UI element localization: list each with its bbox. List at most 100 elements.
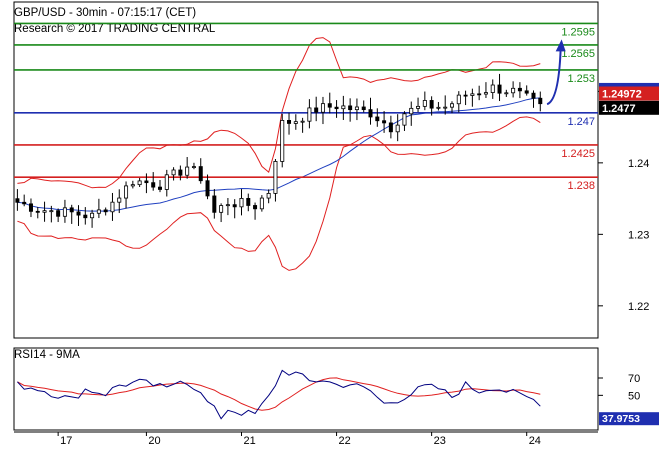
candle-body [375,116,380,122]
candle-body [225,204,230,207]
level-label: 1.2425 [561,148,595,160]
candle-body [62,207,67,217]
candle-body [368,109,373,118]
candle-body [83,214,88,219]
candle-body [300,120,305,123]
candle-body [287,120,292,124]
chart-svg: 1.25951.25651.2531.2471.24251.2381.251.2… [13,1,659,447]
candle-body [164,174,169,190]
candle-body [538,97,543,105]
candle-body [307,107,312,122]
candle-body [490,84,495,93]
candle-body [334,106,339,110]
candle-body [42,210,47,213]
y-tick-label: 1.22 [628,301,649,313]
candle-body [511,87,516,94]
candle-body [103,209,108,213]
candle-body [456,94,461,105]
candle-body [178,169,183,176]
target-arrow-line [546,49,562,106]
candle-body [171,169,176,176]
rsi-y-tick-label: 50 [628,390,640,402]
candle-body [531,92,536,99]
candle-body [341,105,346,110]
bollinger-lower-line [17,116,541,271]
candle-body [246,198,251,206]
candle-body [470,93,475,96]
x-tick-label: 24 [529,435,541,447]
candle-body [416,105,421,109]
x-tick-label: 20 [148,435,160,447]
x-tick-label: 23 [434,435,446,447]
chart-root: GBP/USD - 30min - 07:15:17 (CET) Researc… [0,0,664,449]
level-label: 1.253 [567,73,595,85]
candle-body [157,186,162,190]
candle-body [402,113,407,126]
y-tick-label: 1.23 [628,229,649,241]
candle-body [463,94,468,97]
candle-body [361,106,366,111]
candle-body [395,124,400,133]
candle-body [443,106,448,109]
rsi-panel-frame [13,347,599,431]
candle-body [28,203,33,212]
candle-body [348,105,353,111]
candle-body [219,205,224,213]
candle-body [477,93,482,96]
candle-body [280,120,285,162]
moving-average-line [17,97,541,212]
candle-body [483,92,488,95]
candle-body [266,192,271,199]
rsi-ma-line [17,377,541,411]
price-badge-label: 1.2477 [602,103,636,115]
candle-body [354,106,359,111]
candle-body [253,205,258,210]
candle-body [388,122,393,133]
rsi-y-tick-label: 70 [628,373,640,385]
candle-body [76,211,81,216]
candle-body [15,198,20,203]
candle-body [232,204,237,208]
rsi-value-label: 37.9753 [602,413,640,425]
candle-body [35,210,40,213]
candle-body [239,198,244,208]
candle-body [436,106,441,109]
candle-body [517,87,522,92]
candle-body [185,166,190,176]
candle-body [504,92,509,95]
candle-body [429,100,434,109]
candle-body [273,161,278,194]
level-label: 1.238 [567,180,595,192]
price-badge-label: 1.24972 [602,89,642,101]
candle-body [497,84,502,94]
x-tick-label: 17 [60,435,72,447]
x-tick-label: 22 [339,435,351,447]
candle-body [293,121,298,124]
candle-body [56,210,61,217]
candle-body [137,180,142,186]
candle-body [110,201,115,213]
y-tick-label: 1.24 [628,158,649,170]
level-label: 1.2565 [561,48,595,60]
candle-body [90,212,95,219]
candle-body [117,197,122,203]
candle-body [409,107,414,115]
candle-body [69,207,74,213]
candle-body [151,182,156,188]
candle-body [198,166,203,182]
candle-body [320,103,325,113]
x-tick-label: 21 [243,435,255,447]
candle-body [449,103,454,108]
candle-body [422,100,427,107]
candle-body [259,197,264,210]
level-label: 1.247 [567,116,595,128]
level-label: 1.2595 [561,26,595,38]
candle-body [96,209,101,214]
candle-body [144,180,149,184]
candle-body [524,90,529,94]
candle-body [382,120,387,124]
candle-body [327,103,332,108]
candle-body [22,201,27,205]
candle-body [212,195,217,213]
candle-body [124,185,129,199]
